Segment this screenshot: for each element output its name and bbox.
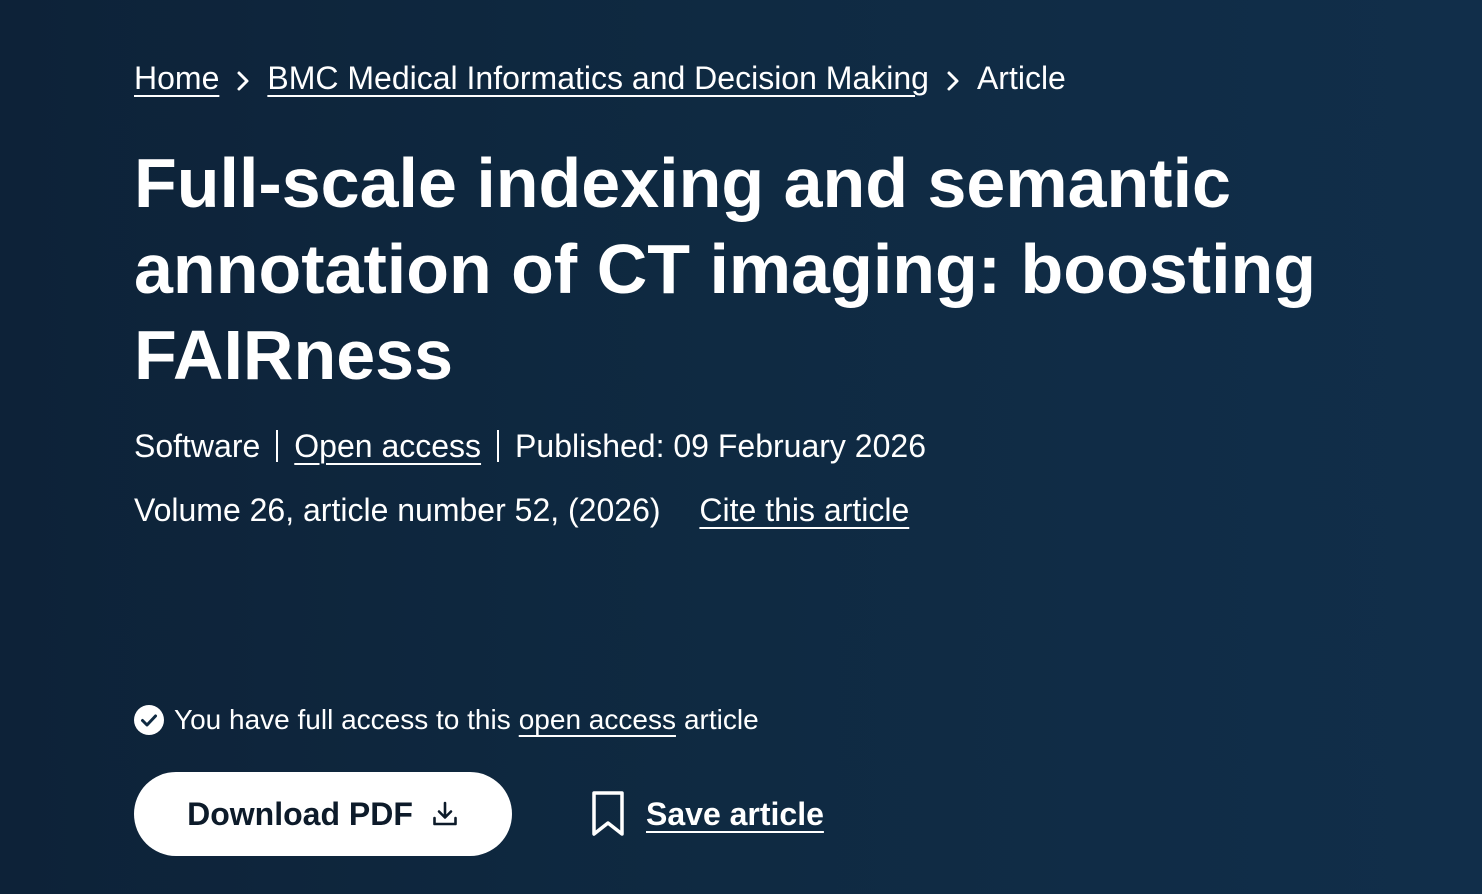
article-type: Software — [134, 428, 261, 464]
access-text-prefix: You have full access to this — [174, 704, 511, 735]
open-access-link[interactable]: Open access — [294, 424, 481, 468]
save-article-label: Save article — [646, 795, 824, 832]
breadcrumb-home-link[interactable]: Home — [134, 56, 219, 100]
access-open-access-link[interactable]: open access — [519, 700, 676, 740]
access-text-suffix: article — [683, 704, 759, 735]
bookmark-icon — [590, 790, 626, 838]
check-circle-icon — [134, 705, 164, 735]
breadcrumb-journal-link[interactable]: BMC Medical Informatics and Decision Mak… — [267, 56, 929, 100]
cite-article-link[interactable]: Cite this article — [699, 492, 909, 528]
breadcrumb: Home BMC Medical Informatics and Decisio… — [134, 56, 1066, 100]
save-article-button[interactable]: Save article — [590, 790, 824, 838]
article-meta: Software Open access Published: 09 Febru… — [134, 424, 926, 468]
access-notice: You have full access to this open access… — [134, 700, 759, 740]
download-pdf-button[interactable]: Download PDF — [134, 772, 512, 856]
published-date: Published: 09 February 2026 — [515, 428, 926, 464]
download-icon — [431, 800, 459, 828]
chevron-right-icon — [219, 56, 267, 100]
breadcrumb-current: Article — [976, 60, 1066, 96]
meta-divider — [497, 430, 500, 462]
article-volume-line: Volume 26, article number 52, (2026) Cit… — [134, 488, 909, 532]
meta-divider — [276, 430, 279, 462]
chevron-right-icon — [929, 56, 977, 100]
volume-info: Volume 26, article number 52, (2026) — [134, 492, 661, 528]
download-pdf-label: Download PDF — [187, 795, 413, 832]
article-title: Full-scale indexing and semantic annotat… — [134, 144, 1317, 394]
article-actions: Download PDF Save article — [134, 772, 824, 856]
